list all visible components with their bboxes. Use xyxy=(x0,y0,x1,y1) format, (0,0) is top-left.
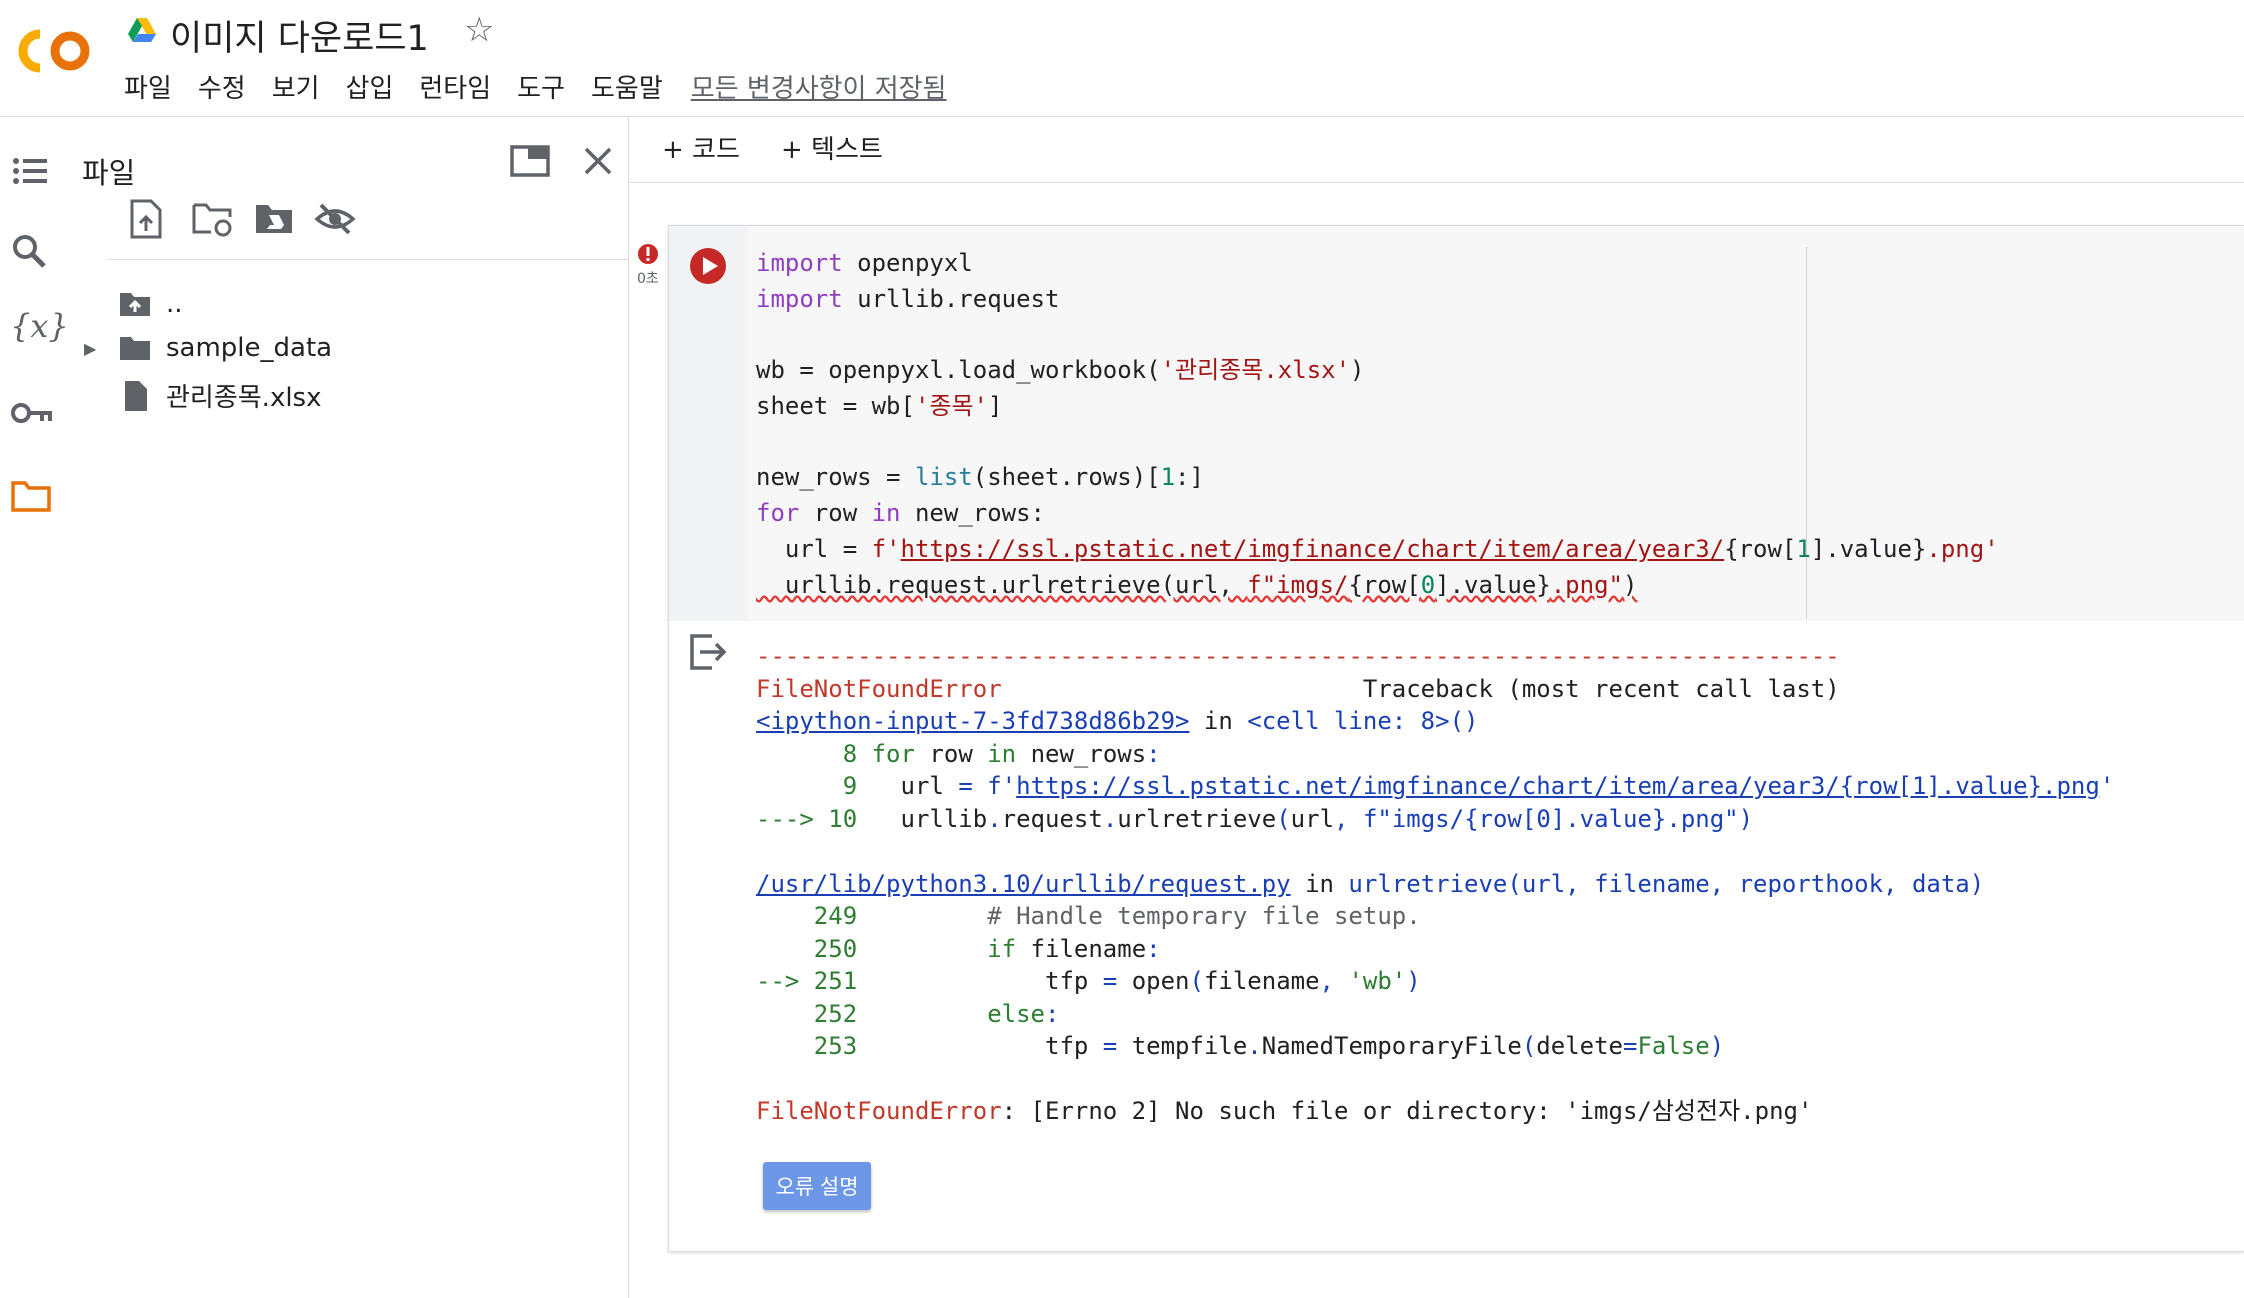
code-line: import openpyxl xyxy=(756,249,973,277)
menu-insert[interactable]: 삽입 xyxy=(346,68,394,105)
execution-time: 0초 xyxy=(637,271,659,287)
menu-file[interactable]: 파일 xyxy=(124,68,172,105)
mount-drive-icon[interactable] xyxy=(253,199,295,239)
files-toolbar xyxy=(107,199,629,260)
tree-item-label: .. xyxy=(166,289,183,319)
folder-icon[interactable] xyxy=(10,479,52,513)
tree-item-label: 관리종목.xlsx xyxy=(166,383,322,413)
tree-item-sample-data[interactable]: ▶ sample_data xyxy=(84,333,332,363)
code-line: urllib.request.urlretrieve(url, f"imgs/{… xyxy=(756,571,1638,599)
menu-help[interactable]: 도움말 xyxy=(591,68,663,105)
close-icon[interactable] xyxy=(582,145,614,177)
code-line: sheet = wb['종목'] xyxy=(756,392,1003,420)
search-icon[interactable] xyxy=(10,232,50,272)
star-icon[interactable]: ☆ xyxy=(464,10,494,50)
expand-arrow-icon[interactable]: ▶ xyxy=(84,339,118,358)
menu-runtime[interactable]: 런타임 xyxy=(419,68,491,105)
run-cell-button[interactable] xyxy=(689,247,727,285)
notebook-title[interactable]: 이미지 다운로드1 xyxy=(170,10,429,61)
open-in-tab-icon[interactable] xyxy=(510,145,550,177)
colab-logo[interactable] xyxy=(18,26,98,76)
error-badge-icon xyxy=(638,244,658,264)
hide-files-icon[interactable] xyxy=(313,199,357,239)
tree-item-parent[interactable]: .. xyxy=(118,289,183,319)
table-of-contents-icon[interactable] xyxy=(10,153,50,189)
code-line: for row in new_rows: xyxy=(756,499,1046,527)
menu-edit[interactable]: 수정 xyxy=(198,68,246,105)
code-line: new_rows = list(sheet.rows)[1:] xyxy=(756,463,1204,491)
files-panel: 파일 .. ▶ sample_data 관리종목.xlsx xyxy=(62,117,629,1298)
side-rail: {x} xyxy=(0,117,69,1298)
secrets-key-icon[interactable] xyxy=(10,401,54,425)
code-line: url = f'https://ssl.pstatic.net/imgfinan… xyxy=(756,535,1999,563)
folder-up-icon xyxy=(120,293,150,316)
save-status[interactable]: 모든 변경사항이 저장됨 xyxy=(691,68,947,105)
add-code-button[interactable]: + 코드 xyxy=(662,129,740,166)
cell-output: ----------------------------------------… xyxy=(756,642,2115,1125)
output-icon[interactable] xyxy=(688,632,728,672)
files-panel-title: 파일 xyxy=(82,156,136,190)
google-drive-icon[interactable] xyxy=(128,17,156,43)
variables-icon[interactable]: {x} xyxy=(10,307,69,345)
notebook-toolbar: + 코드 + 텍스트 xyxy=(629,117,2244,183)
file-icon xyxy=(125,380,147,411)
menu-view[interactable]: 보기 xyxy=(272,68,320,105)
code-line: import urllib.request xyxy=(756,285,1060,313)
app-header: 이미지 다운로드1 ☆ 파일 수정 보기 삽입 런타임 도구 도움말 모든 변경… xyxy=(0,0,2244,117)
upload-file-icon[interactable] xyxy=(129,199,163,239)
tree-item-xlsx[interactable]: 관리종목.xlsx xyxy=(118,377,322,414)
code-line: wb = openpyxl.load_workbook('관리종목.xlsx') xyxy=(756,356,1365,384)
explain-error-button[interactable]: 오류 설명 xyxy=(763,1162,871,1210)
cell-gutter xyxy=(669,226,747,621)
menu-bar: 파일 수정 보기 삽입 런타임 도구 도움말 모든 변경사항이 저장됨 xyxy=(124,68,972,105)
tree-item-label: sample_data xyxy=(166,333,333,363)
menu-tools[interactable]: 도구 xyxy=(517,68,565,105)
add-text-button[interactable]: + 텍스트 xyxy=(781,129,883,166)
folder-icon xyxy=(120,337,150,360)
refresh-folder-icon[interactable] xyxy=(191,199,233,239)
